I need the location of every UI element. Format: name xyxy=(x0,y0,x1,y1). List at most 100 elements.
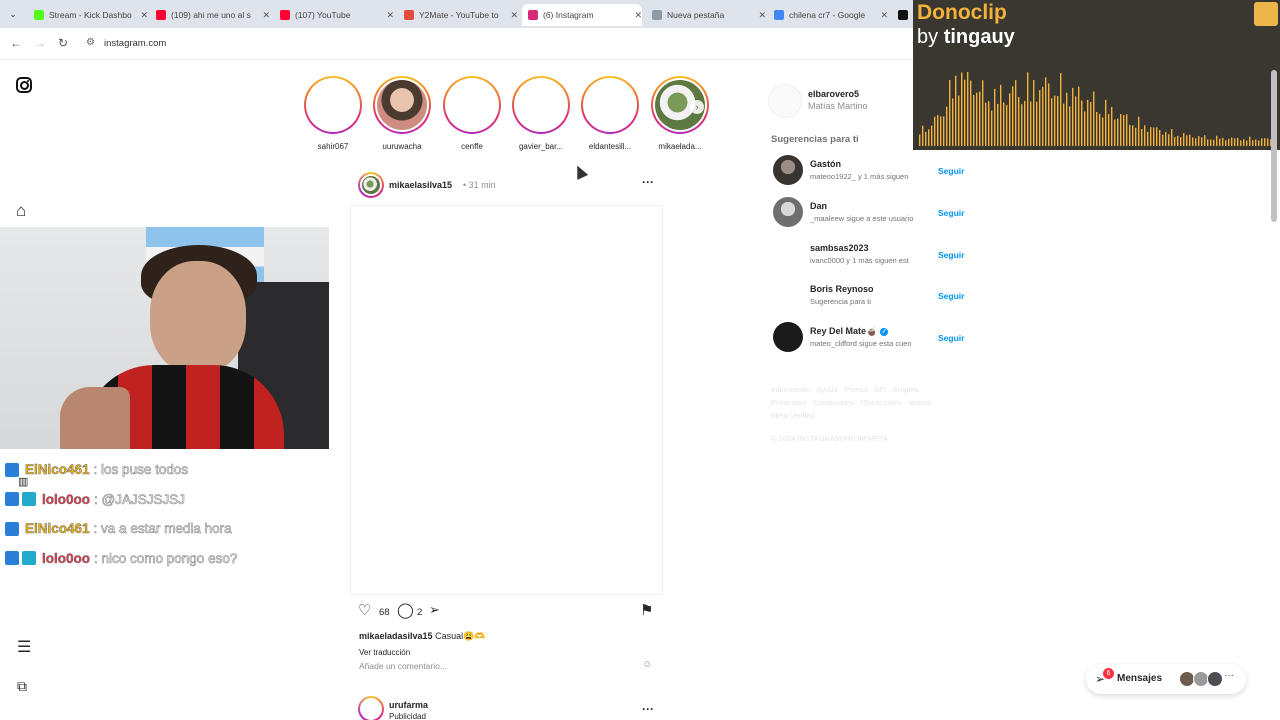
story-item[interactable]: mikaelada... xyxy=(648,76,712,151)
story-item[interactable]: cenffe xyxy=(440,76,504,151)
current-user-avatar[interactable] xyxy=(768,84,802,118)
post-author-avatar[interactable] xyxy=(358,172,384,198)
suggestion-username-text[interactable]: Boris Reynoso xyxy=(810,284,874,294)
tab-close-icon[interactable]: ✕ xyxy=(634,10,642,21)
site-info-icon[interactable]: ⚙ xyxy=(86,37,95,48)
browser-tab[interactable]: chilena cr7 - Google ✕ xyxy=(768,4,888,26)
waveform-bar xyxy=(1066,92,1068,146)
tab-close-icon[interactable]: ✕ xyxy=(510,10,518,21)
suggestion-avatar[interactable] xyxy=(773,322,803,352)
comment-icon[interactable]: ◯ xyxy=(397,603,414,618)
tab-close-icon[interactable]: ✕ xyxy=(140,10,148,21)
waveform-bar xyxy=(1225,140,1227,146)
tab-title: (109) ahi me uno al s xyxy=(171,10,251,20)
chat-badge-icon xyxy=(5,551,19,566)
suggestion-username[interactable]: Dan xyxy=(810,201,827,211)
waveform-bar xyxy=(1060,72,1062,146)
suggestion-username-text[interactable]: Dan xyxy=(810,201,827,211)
follow-button[interactable]: Seguir xyxy=(938,333,964,343)
waveform-bar xyxy=(1069,106,1071,146)
waveform-bar xyxy=(973,94,975,146)
footer-links[interactable]: Información · Ayuda · Prensa · API · Emp… xyxy=(771,383,951,422)
tab-close-icon[interactable]: ✕ xyxy=(880,10,888,21)
comment-count[interactable]: 2 xyxy=(417,607,422,618)
also-from-meta-icon[interactable]: ⧉ xyxy=(17,679,27,693)
suggestion-username[interactable]: sambsas2023 xyxy=(810,243,869,253)
messages-button[interactable]: ➢ 6 Mensajes ··· xyxy=(1086,664,1246,694)
suggestion-avatar[interactable] xyxy=(773,197,803,227)
tab-title: Y2Mate - YouTube to xyxy=(419,10,499,20)
menu-icon[interactable]: ☰ xyxy=(17,640,31,656)
home-icon[interactable]: ⌂ xyxy=(16,202,26,219)
story-item[interactable]: uuruwacha xyxy=(370,76,434,151)
ad-author-avatar[interactable] xyxy=(358,696,384,720)
post-author-username[interactable]: mikaelasilva15 xyxy=(389,180,452,190)
save-bookmark-icon[interactable]: ⚑ xyxy=(640,603,653,618)
story-item[interactable]: eldantesill... xyxy=(578,76,642,151)
stories-next-icon[interactable]: › xyxy=(690,100,704,114)
comment-input[interactable]: Añade un comentario... xyxy=(359,661,447,671)
waveform-bar xyxy=(1141,129,1143,146)
waveform-bar xyxy=(1015,80,1017,146)
story-item[interactable]: sahir067 xyxy=(301,76,365,151)
waveform-bar xyxy=(1072,87,1074,146)
ad-post-header: urufarma Publicidad ··· xyxy=(358,696,658,720)
follow-button[interactable]: Seguir xyxy=(938,250,964,260)
post-options-icon[interactable]: ··· xyxy=(642,175,654,189)
suggestion-avatar[interactable] xyxy=(773,280,803,310)
browser-tab[interactable]: Nueva pestaña ✕ xyxy=(646,4,766,26)
suggestion-username[interactable]: Rey Del Mate🧉 ✓ xyxy=(810,326,889,337)
tab-search-icon[interactable]: ⌄ xyxy=(6,7,20,21)
forward-icon[interactable]: → xyxy=(34,36,46,50)
follow-button[interactable]: Seguir xyxy=(938,208,964,218)
waveform-bar xyxy=(994,88,996,146)
waveform-bar xyxy=(1147,131,1149,146)
post-timestamp[interactable]: • 31 min xyxy=(463,180,496,190)
waveform-bar xyxy=(1027,72,1029,146)
suggestion-username[interactable]: Gastón xyxy=(810,159,841,169)
suggestion-item: Boris Reynoso Sugerencia para ti Seguir xyxy=(773,280,965,312)
current-user-username[interactable]: elbarovero5 xyxy=(808,89,859,99)
waveform-bar xyxy=(1099,113,1101,146)
suggestion-username[interactable]: Boris Reynoso xyxy=(810,284,874,294)
see-translation-link[interactable]: Ver traducción xyxy=(359,648,410,657)
follow-button[interactable]: Seguir xyxy=(938,291,964,301)
page-scrollbar[interactable] xyxy=(1271,70,1277,222)
tab-close-icon[interactable]: ✕ xyxy=(386,10,394,21)
instagram-logo-icon[interactable] xyxy=(16,77,32,93)
suggestion-username-text[interactable]: Gastón xyxy=(810,159,841,169)
suggestion-avatar[interactable] xyxy=(773,155,803,185)
browser-tab[interactable]: (6) Instagram ✕ xyxy=(522,4,642,26)
suggestion-avatar[interactable] xyxy=(773,239,803,269)
tab-close-icon[interactable]: ✕ xyxy=(758,10,766,21)
follow-button[interactable]: Seguir xyxy=(938,166,964,176)
browser-tab[interactable]: (109) ahi me uno al s ✕ xyxy=(150,4,270,26)
browser-tab[interactable]: (107) YouTube ✕ xyxy=(274,4,394,26)
caption-username[interactable]: mikaeladasilva15 xyxy=(359,631,433,641)
post-media[interactable] xyxy=(350,205,663,595)
browser-tab[interactable]: Stream - Kick Dashbo ✕ xyxy=(28,4,148,26)
message-avatar xyxy=(1207,671,1223,687)
emoji-icon[interactable]: ☺ xyxy=(642,659,652,670)
suggestion-username-text[interactable]: sambsas2023 xyxy=(810,243,869,253)
verified-badge-icon: ✓ xyxy=(880,327,889,336)
tab-close-icon[interactable]: ✕ xyxy=(262,10,270,21)
chat-text: : los puse todos xyxy=(93,462,189,478)
ad-options-icon[interactable]: ··· xyxy=(642,702,654,716)
like-icon[interactable]: ♡ xyxy=(358,603,371,618)
browser-tab[interactable]: Y2Mate - YouTube to ✕ xyxy=(398,4,518,26)
waveform-bar xyxy=(1117,118,1119,146)
reload-icon[interactable]: ↻ xyxy=(58,36,68,50)
story-item[interactable]: gavier_bar... xyxy=(509,76,573,151)
chat-message: ElNico461: va a estar media hora xyxy=(5,514,325,544)
suggestion-username-text[interactable]: Rey Del Mate🧉 xyxy=(810,326,877,336)
ad-author-username[interactable]: urufarma xyxy=(389,700,428,710)
share-icon[interactable]: ➢ xyxy=(429,603,440,616)
tab-favicon-icon xyxy=(404,10,414,20)
waveform-bar xyxy=(1063,103,1065,146)
back-icon[interactable]: ← xyxy=(10,36,22,50)
address-bar-url[interactable]: instagram.com xyxy=(104,38,166,49)
waveform-bar xyxy=(1030,101,1032,146)
waveform-bar xyxy=(1018,96,1020,146)
like-count[interactable]: 68 xyxy=(379,607,390,618)
